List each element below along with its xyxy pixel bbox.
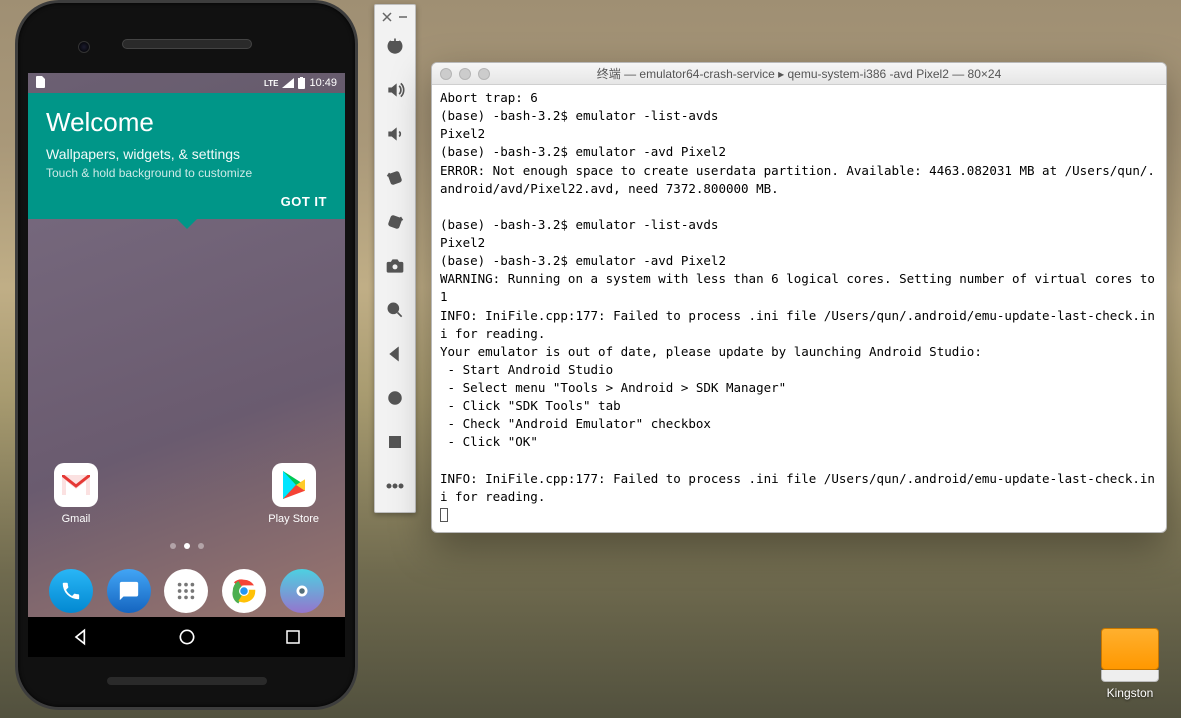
home-button[interactable] [375, 376, 415, 420]
power-button[interactable] [375, 24, 415, 68]
terminal-window[interactable]: 终端 — emulator64-crash-service ▸ qemu-sys… [431, 62, 1167, 533]
dock-phone[interactable] [49, 569, 93, 613]
signal-icon [282, 78, 294, 88]
home-screen[interactable]: Gmail Play Store [28, 219, 345, 657]
terminal-titlebar[interactable]: 终端 — emulator64-crash-service ▸ qemu-sys… [432, 63, 1166, 85]
android-statusbar[interactable]: LTE 10:49 [28, 73, 345, 93]
nav-home-icon[interactable] [177, 627, 197, 647]
welcome-title: Welcome [46, 107, 327, 138]
device-camera [78, 41, 90, 53]
sim-card-icon [36, 76, 46, 88]
dock-all-apps[interactable] [164, 569, 208, 613]
battery-icon [298, 77, 305, 89]
rotate-left-button[interactable] [375, 156, 415, 200]
app-label: Play Store [268, 513, 319, 525]
desktop-drive[interactable]: Kingston [1101, 628, 1159, 700]
gmail-icon [54, 463, 98, 507]
dock-camera[interactable] [280, 569, 324, 613]
rotate-right-button[interactable] [375, 200, 415, 244]
drive-label: Kingston [1107, 686, 1154, 700]
terminal-title: 终端 — emulator64-crash-service ▸ qemu-sys… [597, 65, 1002, 82]
device-earpiece [122, 39, 252, 49]
phone-screen[interactable]: LTE 10:49 Welcome Wallpapers, widgets, &… [28, 73, 345, 657]
nav-overview-icon[interactable] [284, 628, 302, 646]
nav-back-icon[interactable] [71, 627, 91, 647]
zoom-button[interactable] [375, 288, 415, 332]
app-play-store[interactable]: Play Store [268, 463, 319, 525]
app-gmail[interactable]: Gmail [54, 463, 98, 525]
android-navbar [28, 617, 345, 657]
drive-icon [1101, 628, 1159, 670]
dock [28, 569, 345, 613]
dock-chrome[interactable] [222, 569, 266, 613]
play-store-icon [272, 463, 316, 507]
more-button[interactable] [375, 464, 415, 508]
device-speaker [107, 677, 267, 685]
window-zoom-button[interactable] [478, 68, 490, 80]
window-minimize-button[interactable] [459, 68, 471, 80]
window-close-button[interactable] [440, 68, 452, 80]
terminal-body[interactable]: Abort trap: 6 (base) -bash-3.2$ emulator… [432, 85, 1166, 532]
welcome-hint: Touch & hold background to customize [46, 166, 327, 180]
minimize-icon[interactable] [398, 12, 408, 22]
page-indicator [170, 543, 204, 549]
emulator-device-frame: LTE 10:49 Welcome Wallpapers, widgets, &… [15, 0, 358, 710]
emulator-toolbar [374, 4, 416, 513]
dock-messages[interactable] [107, 569, 151, 613]
terminal-cursor [440, 508, 448, 522]
screenshot-button[interactable] [375, 244, 415, 288]
lte-indicator: LTE [264, 79, 279, 88]
clock-text: 10:49 [309, 77, 337, 89]
overview-button[interactable] [375, 420, 415, 464]
welcome-subtitle: Wallpapers, widgets, & settings [46, 146, 327, 162]
got-it-button[interactable]: GOT IT [46, 194, 327, 209]
close-icon[interactable] [382, 12, 392, 22]
welcome-card: Welcome Wallpapers, widgets, & settings … [28, 93, 345, 219]
back-button[interactable] [375, 332, 415, 376]
app-label: Gmail [62, 513, 91, 525]
volume-down-button[interactable] [375, 112, 415, 156]
volume-up-button[interactable] [375, 68, 415, 112]
